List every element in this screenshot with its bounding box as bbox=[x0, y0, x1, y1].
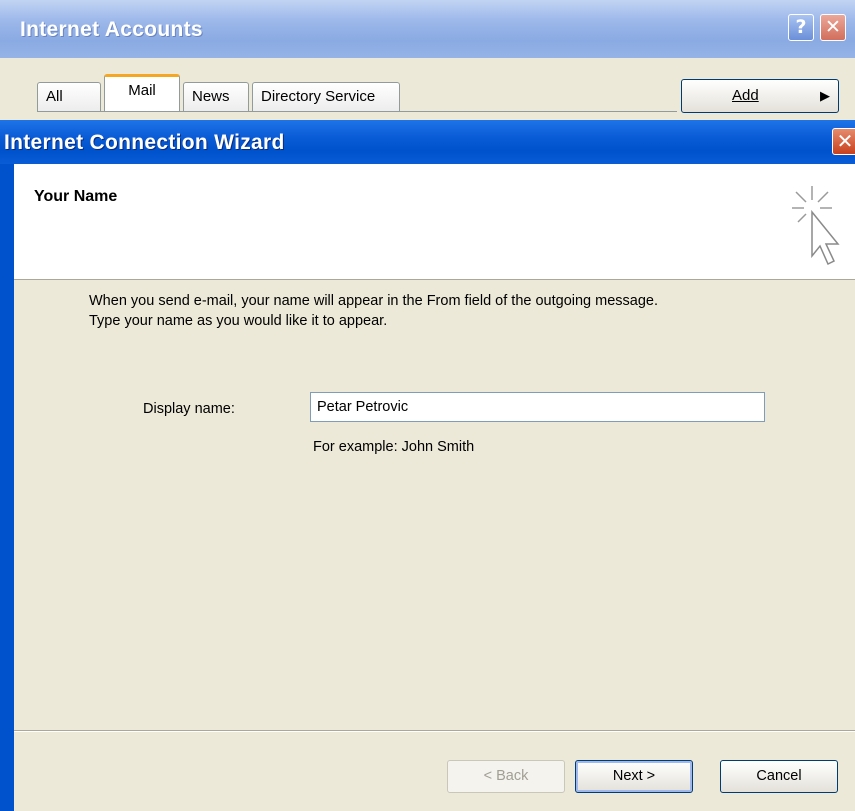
add-button[interactable]: Add ▶ bbox=[681, 79, 839, 113]
tab-directory-service[interactable]: Directory Service bbox=[252, 82, 400, 112]
arrow-right-icon: ▶ bbox=[820, 88, 830, 103]
tab-news[interactable]: News bbox=[183, 82, 249, 112]
wizard-header: Your Name bbox=[14, 164, 855, 280]
wizard-titlebar[interactable]: Internet Connection Wizard ✕ bbox=[0, 120, 855, 164]
close-button[interactable]: ✕ bbox=[820, 14, 846, 41]
back-button[interactable]: < Back bbox=[447, 760, 565, 793]
button-separator-highlight bbox=[14, 731, 855, 732]
cancel-button[interactable]: Cancel bbox=[720, 760, 838, 793]
display-name-input[interactable] bbox=[310, 392, 765, 422]
next-button[interactable]: Next > bbox=[575, 760, 693, 793]
wizard-cursor-sparkle-icon bbox=[792, 186, 840, 266]
wizard-close-button[interactable]: ✕ bbox=[832, 128, 855, 155]
wizard-left-border bbox=[0, 164, 14, 811]
tab-divider bbox=[37, 111, 677, 112]
wizard-description: When you send e-mail, your name will app… bbox=[89, 291, 829, 331]
add-button-label: Add bbox=[732, 87, 759, 104]
example-text: For example: John Smith bbox=[313, 439, 475, 455]
wizard-body: When you send e-mail, your name will app… bbox=[14, 281, 855, 731]
internet-accounts-title: Internet Accounts bbox=[20, 18, 203, 41]
wizard-header-title: Your Name bbox=[34, 188, 118, 205]
internet-accounts-titlebar[interactable]: Internet Accounts ? ✕ bbox=[0, 0, 855, 58]
tab-mail[interactable]: Mail bbox=[104, 74, 180, 112]
wizard-title: Internet Connection Wizard bbox=[4, 131, 285, 154]
display-name-label: Display name: bbox=[143, 401, 235, 417]
description-line-2: Type your name as you would like it to a… bbox=[89, 313, 388, 329]
description-line-1: When you send e-mail, your name will app… bbox=[89, 293, 659, 309]
internet-connection-wizard: Internet Connection Wizard ✕ Your Name W… bbox=[0, 120, 855, 811]
tab-all[interactable]: All bbox=[37, 82, 101, 112]
help-button[interactable]: ? bbox=[788, 14, 814, 41]
